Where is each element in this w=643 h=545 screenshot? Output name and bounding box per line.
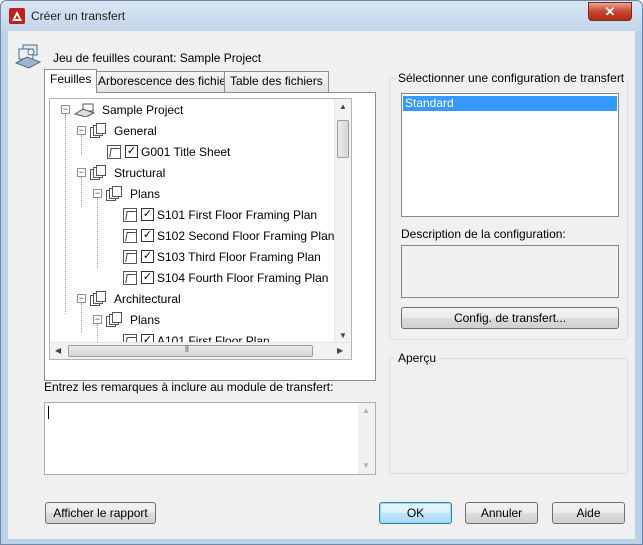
sheet-icon — [123, 249, 137, 264]
sheet-tree[interactable]: − Sample Project − General ✓ G001 Title … — [49, 98, 352, 360]
subset-icon — [106, 185, 124, 201]
tree-vertical-scrollbar[interactable]: ▲ ▼ — [334, 99, 351, 344]
collapse-toggle-icon[interactable]: − — [61, 105, 70, 114]
scroll-down-icon[interactable]: ▼ — [339, 331, 347, 340]
tree-node-label: S101 First Floor Framing Plan — [157, 207, 318, 222]
sheet-set-node-icon — [74, 103, 96, 117]
tree-node-label: S103 Third Floor Framing Plan — [157, 249, 321, 264]
notes-scrollbar[interactable]: ▲ ▼ — [358, 403, 375, 474]
sheets-tab-panel: − Sample Project − General ✓ G001 Title … — [44, 92, 376, 381]
tree-node-sample-project[interactable]: − Sample Project — [61, 99, 183, 120]
sheet-icon — [123, 228, 137, 243]
dialog-window: Créer un transfert ✕ Jeu de feuilles cou… — [0, 0, 643, 545]
help-button[interactable]: Aide — [552, 502, 625, 524]
ok-button[interactable]: OK — [379, 502, 452, 524]
horizontal-scroll-thumb[interactable]: ⦀ — [68, 344, 313, 357]
tree-node-label: Plans — [130, 186, 161, 201]
window-title: Créer un transfert — [31, 9, 126, 23]
close-button[interactable]: ✕ — [588, 2, 632, 21]
config-description-box — [401, 245, 619, 298]
dialog-client-area: Jeu de feuilles courant: Sample Project … — [8, 31, 635, 539]
scroll-right-icon[interactable]: ▶ — [337, 346, 343, 355]
notes-textarea[interactable]: ▲ ▼ — [44, 402, 376, 475]
current-sheetset-label: Jeu de feuilles courant: Sample Project — [53, 51, 262, 65]
scroll-grip-icon: ⦀ — [185, 344, 189, 354]
tree-node-s104[interactable]: ✓ S104 Fourth Floor Framing Plan — [123, 267, 328, 288]
tree-node-label: G001 Title Sheet — [141, 144, 231, 159]
subset-icon — [90, 164, 108, 180]
tree-connector — [65, 114, 66, 314]
subset-icon — [90, 290, 108, 306]
scroll-down-icon[interactable]: ▼ — [362, 461, 370, 470]
vertical-scroll-thumb[interactable] — [337, 120, 349, 158]
sheet-checkbox[interactable]: ✓ — [141, 271, 154, 284]
tree-node-label: S104 Fourth Floor Framing Plan — [157, 270, 329, 285]
collapse-toggle-icon[interactable]: − — [93, 315, 102, 324]
sheet-checkbox[interactable]: ✓ — [125, 145, 138, 158]
view-report-button[interactable]: Afficher le rapport — [45, 502, 156, 524]
sheet-icon — [123, 270, 137, 285]
subset-icon — [106, 311, 124, 327]
sheet-set-icon — [15, 44, 41, 69]
scroll-up-icon[interactable]: ▲ — [339, 102, 347, 111]
text-caret — [48, 406, 49, 419]
tab-file-tree[interactable]: Arborescence des fichiers — [92, 71, 243, 92]
collapse-toggle-icon[interactable]: − — [93, 189, 102, 198]
preview-group: Aperçu — [389, 351, 628, 474]
tree-horizontal-scrollbar[interactable]: ◀ ⦀ ▶ — [50, 342, 351, 359]
tab-file-table-label: Table des fichiers — [230, 74, 323, 88]
tree-node-s101[interactable]: ✓ S101 First Floor Framing Plan — [123, 204, 317, 225]
collapse-toggle-icon[interactable]: − — [77, 294, 86, 303]
tree-node-label: S102 Second Floor Framing Plan — [157, 228, 335, 243]
sheet-checkbox[interactable]: ✓ — [141, 208, 154, 221]
tree-node-s102[interactable]: ✓ S102 Second Floor Framing Plan — [123, 225, 334, 246]
tab-sheets-label: Feuilles — [50, 72, 92, 86]
tab-file-table[interactable]: Table des fichiers — [224, 71, 329, 92]
tree-node-label: Structural — [114, 165, 166, 180]
tree-connector — [97, 198, 98, 268]
close-icon: ✕ — [604, 3, 616, 19]
collapse-toggle-icon[interactable]: − — [77, 168, 86, 177]
collapse-toggle-icon[interactable]: − — [77, 126, 86, 135]
scroll-up-icon[interactable]: ▲ — [362, 406, 370, 415]
sheet-icon — [123, 207, 137, 222]
tree-node-general[interactable]: − General — [77, 120, 157, 141]
tab-sheets[interactable]: Feuilles — [44, 69, 98, 93]
config-item-standard[interactable]: Standard — [403, 96, 617, 111]
tree-node-architectural-plans[interactable]: − Plans — [93, 309, 160, 330]
preview-group-title: Aperçu — [396, 351, 439, 365]
config-listbox[interactable]: Standard — [401, 93, 619, 217]
notes-label: Entrez les remarques à inclure au module… — [44, 380, 334, 394]
title-bar[interactable]: Créer un transfert ✕ — [1, 1, 642, 31]
autocad-app-icon — [9, 8, 25, 24]
sheet-icon — [107, 144, 121, 159]
tree-node-label: Plans — [130, 312, 161, 327]
tree-node-g001[interactable]: ✓ G001 Title Sheet — [107, 141, 230, 162]
transmittal-setup-button[interactable]: Config. de transfert... — [401, 307, 619, 329]
subset-icon — [90, 122, 108, 138]
tab-file-tree-label: Arborescence des fichiers — [98, 74, 237, 88]
tree-node-s103[interactable]: ✓ S103 Third Floor Framing Plan — [123, 246, 321, 267]
tree-node-label: General — [114, 123, 157, 138]
tree-node-architectural[interactable]: − Architectural — [77, 288, 181, 309]
tree-node-label: Architectural — [114, 291, 181, 306]
tree-node-structural-plans[interactable]: − Plans — [93, 183, 160, 204]
tree-node-structural[interactable]: − Structural — [77, 162, 165, 183]
config-group-title: Sélectionner une configuration de transf… — [396, 71, 627, 85]
cancel-button[interactable]: Annuler — [465, 502, 538, 524]
tree-node-label: Sample Project — [102, 102, 184, 117]
scroll-left-icon[interactable]: ◀ — [55, 346, 61, 355]
config-description-label: Description de la configuration: — [401, 227, 566, 241]
sheet-checkbox[interactable]: ✓ — [141, 229, 154, 242]
sheet-checkbox[interactable]: ✓ — [141, 250, 154, 263]
